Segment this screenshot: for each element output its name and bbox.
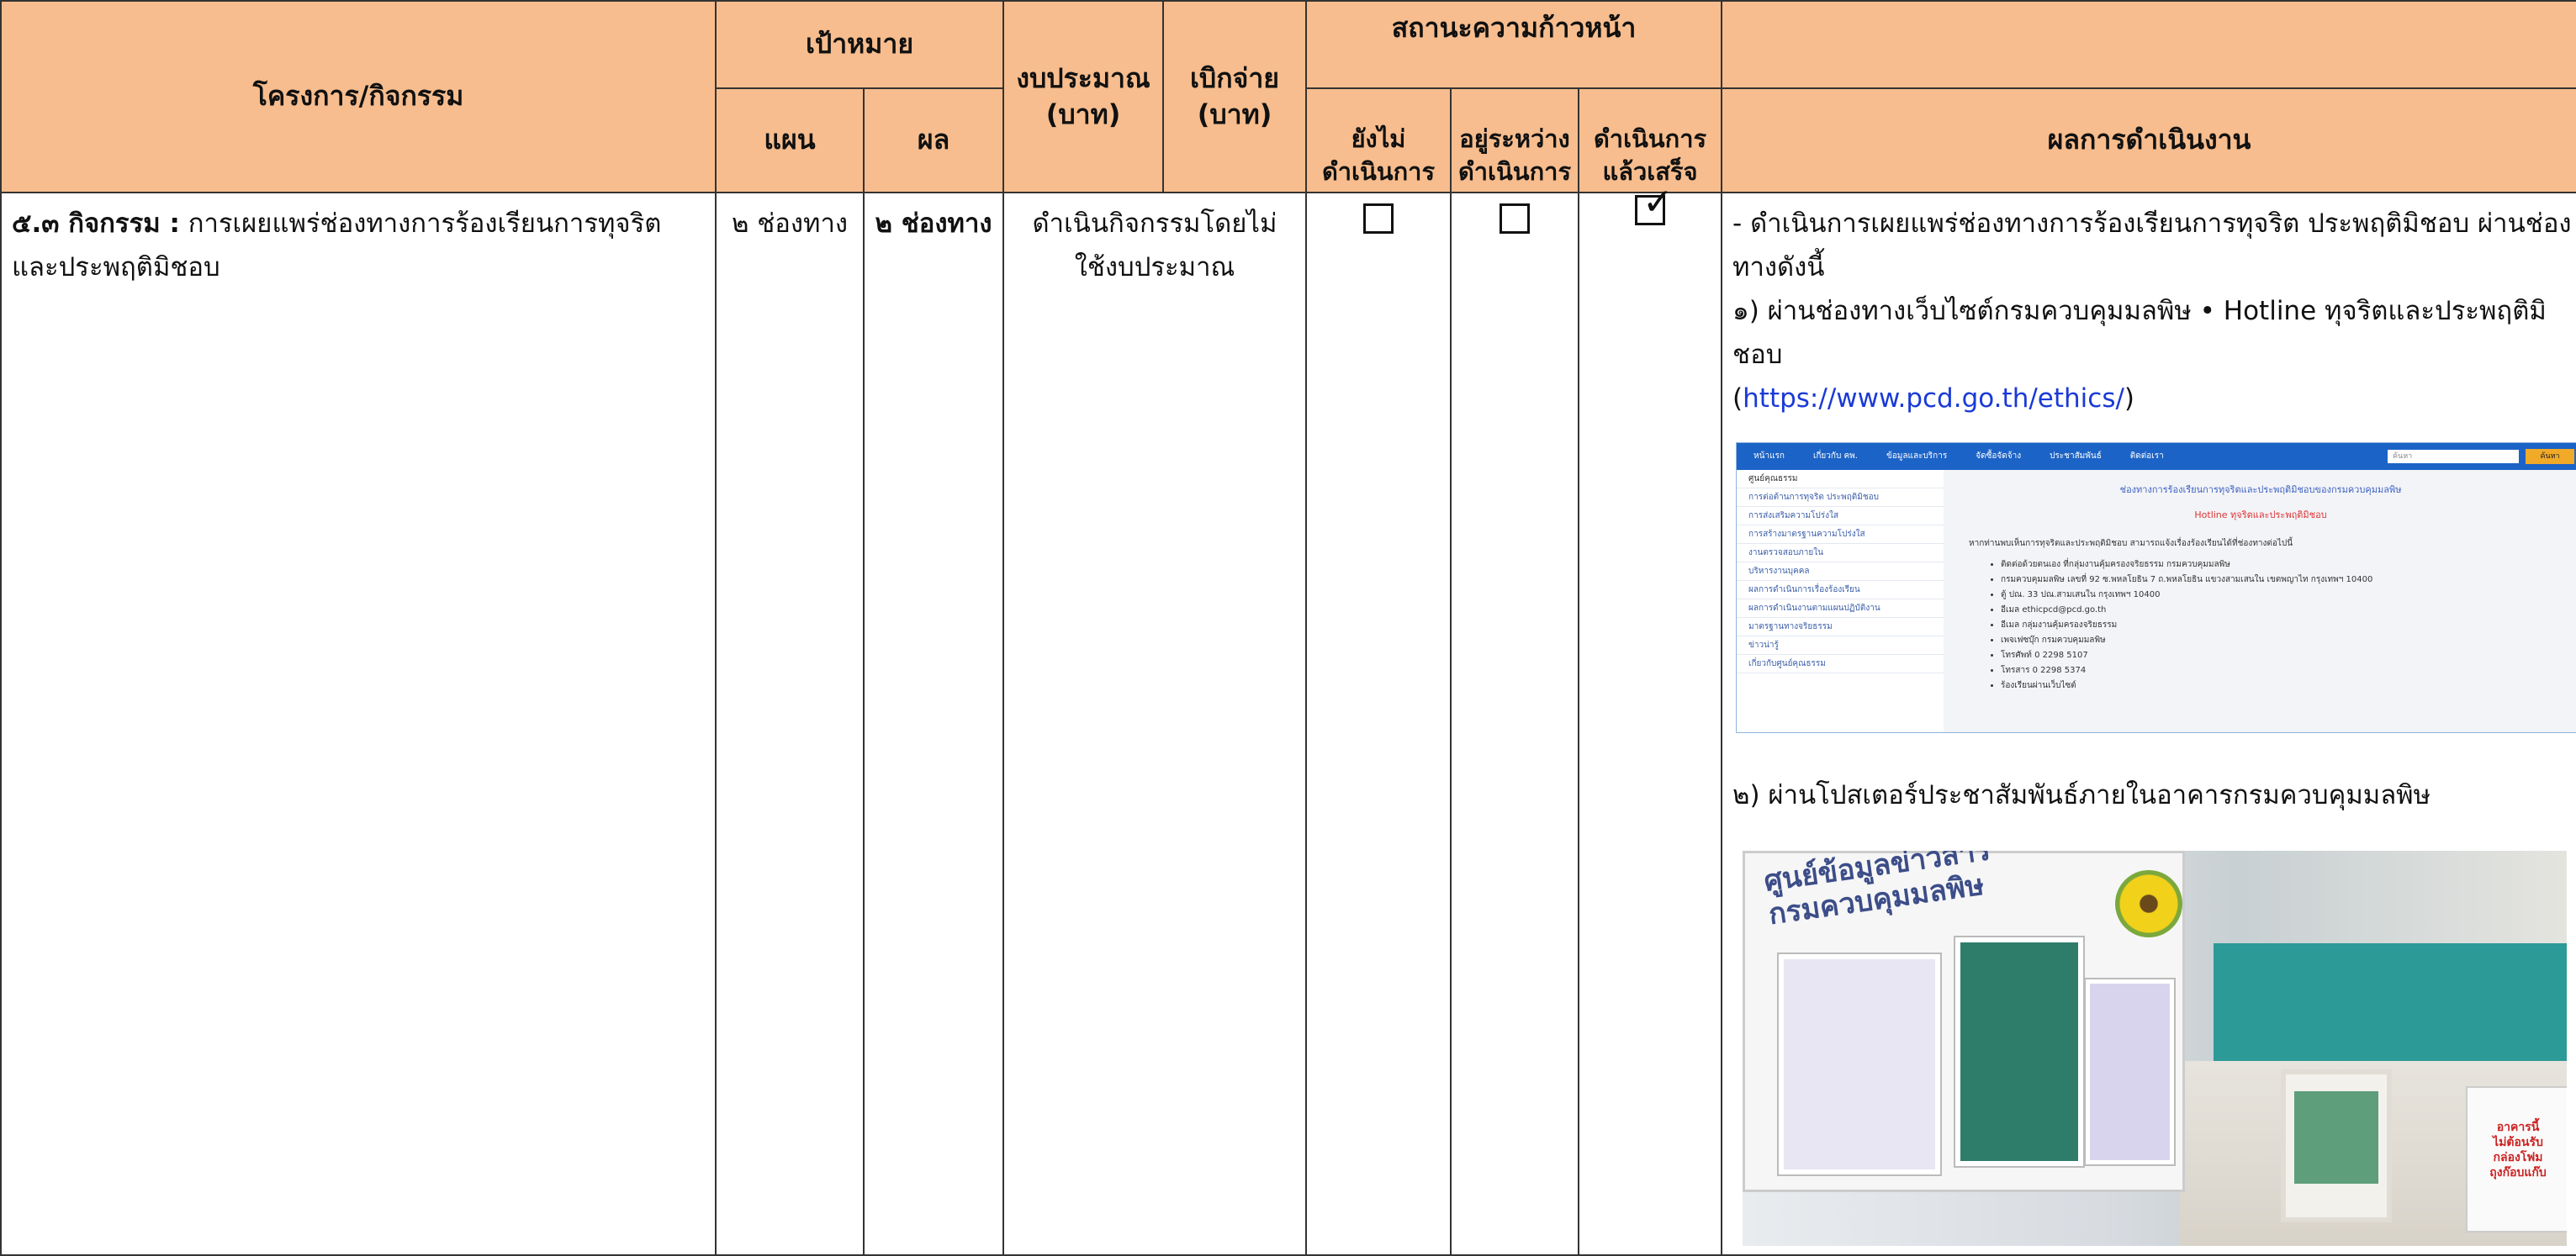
website-sidebar: ศูนย์คุณธรรม การต่อต้านการทุจริต ประพฤติ…: [1737, 470, 1945, 732]
plan-cell: ๒ ช่องทาง: [715, 192, 865, 1256]
col-performance-header: ผลการดำเนินงาน: [1721, 87, 2576, 193]
completed-cell: ✓: [1577, 184, 1723, 1256]
col-progress-header: สถานะความก้าวหน้า: [1304, 0, 1723, 89]
no-foam-sign: อาคารนี้ ไม่ต้อนรับ กล่องโฟม ถุงก๊อบแก๊บ: [2466, 1086, 2568, 1232]
poster-photo: ศูนย์ข้อมูลข่าวสาร กรมควบคุมมลพิษ อาคารน…: [1743, 851, 2568, 1246]
activity-code: ๕.๓ กิจกรรม :: [12, 208, 180, 239]
in-progress-checkbox: [1500, 203, 1530, 234]
col-plan-header: แผน: [715, 87, 865, 193]
performance-item-2: ๒) ผ่านโปสเตอร์ประชาสัมพันธ์ภายในอาคารกร…: [1732, 780, 2431, 810]
in-progress-cell: [1450, 192, 1579, 1256]
col-disbursed-header: เบิกจ่าย (บาท): [1162, 0, 1307, 193]
info-board: ศูนย์ข้อมูลข่าวสาร กรมควบคุมมลพิษ: [1743, 851, 2186, 1192]
col-project-header: โครงการ/กิจกรรม: [0, 0, 717, 193]
completed-checkbox: ✓: [1635, 184, 1674, 225]
website-search: ค้นหา: [2388, 450, 2520, 463]
website-main: ช่องทางการร้องเรียนการทุจริตและประพฤติมิ…: [1944, 470, 2576, 732]
col-result-header: ผล: [863, 87, 1004, 193]
website-search-button: ค้นหา: [2526, 449, 2575, 464]
col-target-header: เป้าหมาย: [715, 0, 1004, 89]
poster-banner: ศูนย์ข้อมูลข่าวสาร กรมควบคุมมลพิษ: [1762, 851, 1993, 932]
flower-image: [2115, 870, 2183, 937]
result-cell: ๒ ช่องทาง: [863, 192, 1004, 1256]
website-screenshot: หน้าแรก เกี่ยวกับ คพ. ข้อมูลและบริการ จัดซ…: [1736, 442, 2576, 733]
col-budget-header: งบประมาณ (บาท): [1002, 0, 1164, 193]
poster-4: [2281, 1069, 2393, 1222]
not-started-cell: [1305, 192, 1452, 1256]
activity-table: โครงการ/กิจกรรม เป้าหมาย งบประมาณ (บาท) …: [0, 0, 2576, 1256]
poster-1: [1779, 954, 1941, 1174]
col-performance-header-top: [1721, 0, 2576, 89]
table-row: ๕.๓ กิจกรรม : การเผยแพร่ช่องทางการร้องเร…: [0, 184, 2576, 1256]
col-not-started-header: ยังไม่ ดำเนินการ: [1305, 87, 1452, 193]
budget-cell: ดำเนินกิจกรรมโดยไม่ใช้งบประมาณ: [1002, 192, 1307, 1256]
activity-cell: ๕.๓ กิจกรรม : การเผยแพร่ช่องทางการร้องเร…: [0, 192, 717, 1256]
poster-2: [1955, 937, 2084, 1166]
performance-cell: - ดำเนินการเผยแพร่ช่องทางการร้องเรียนการ…: [1721, 192, 2576, 1256]
col-in-progress-header: อยู่ระหว่าง ดำเนินการ: [1450, 87, 1579, 193]
performance-item-1: ๑) ผ่านช่องทางเว็บไซต์กรมควบคุมมลพิษ • H…: [1732, 296, 2547, 370]
ethics-link[interactable]: https://www.pcd.go.th/ethics/: [1743, 383, 2124, 414]
not-started-checkbox: [1363, 203, 1394, 234]
performance-link-line: (https://www.pcd.go.th/ethics/): [1732, 383, 2135, 414]
performance-intro: - ดำเนินการเผยแพร่ช่องทางการร้องเรียนการ…: [1732, 208, 2572, 282]
poster-3: [2086, 979, 2175, 1164]
check-mark-icon: ✓: [1642, 181, 1674, 224]
col-completed-header: ดำเนินการ แล้วเสร็จ: [1577, 87, 1723, 193]
